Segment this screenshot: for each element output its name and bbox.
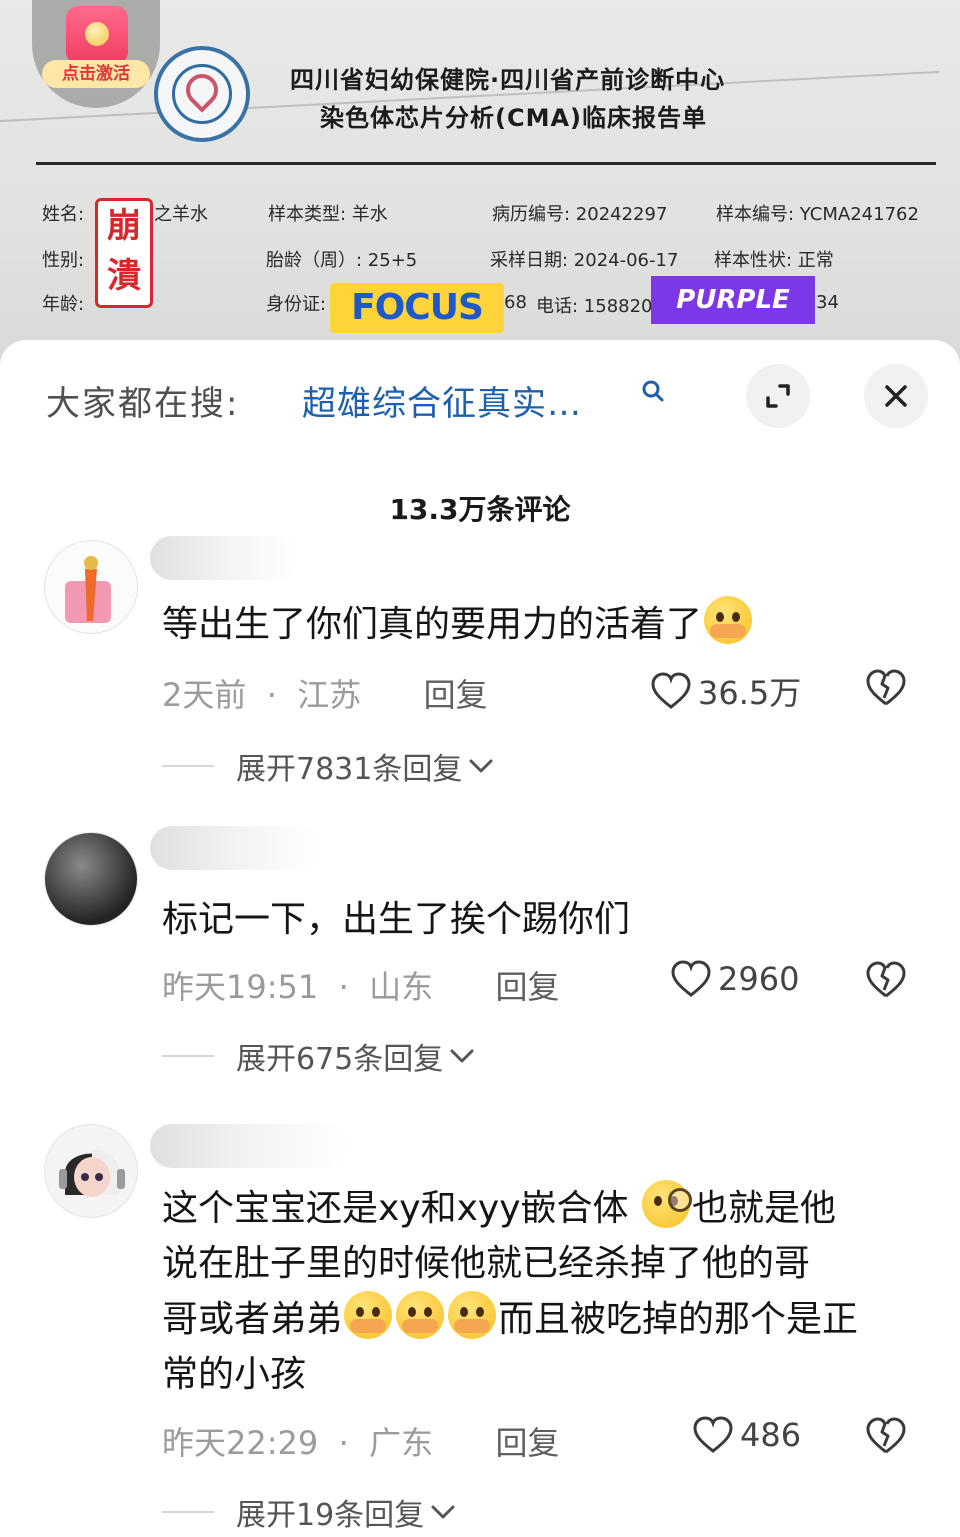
- gender-label: 性别:: [42, 250, 85, 271]
- comment-text: 标记一下，出生了挨个踢你们: [162, 899, 631, 940]
- monocle-face-icon: [641, 1180, 692, 1228]
- expand-replies-label: 展开675条回复: [236, 1042, 444, 1077]
- pleading-face-icon: [704, 596, 753, 644]
- reply-button[interactable]: 回复: [495, 1424, 559, 1462]
- comment-count: 13.3万条评论: [389, 493, 571, 526]
- phone: 电话: 158820: [536, 296, 653, 317]
- like-count: 486: [740, 1416, 802, 1454]
- gestational-age: 胎龄（周）: 25+5: [266, 250, 418, 271]
- expand-replies-label: 展开7831条回复: [236, 752, 463, 787]
- reply-button[interactable]: 回复: [424, 676, 488, 714]
- crying-face-icon: [448, 1291, 497, 1339]
- comment-text: 等出生了你们真的要用力的活着了: [162, 596, 922, 652]
- focus-sticker: FOCUS: [330, 283, 504, 333]
- activate-badge[interactable]: 点击激活: [32, 0, 160, 108]
- close-button[interactable]: [864, 364, 928, 428]
- id-partial: 68: [504, 292, 527, 313]
- age-label: 年龄:: [42, 294, 85, 315]
- like-button[interactable]: 2960: [670, 960, 799, 998]
- chevron-down-icon: [450, 1049, 474, 1063]
- expand-icon: [766, 384, 790, 408]
- comment-time: 2天前: [162, 676, 247, 714]
- report-title-line1: 四川省妇幼保健院·四川省产前诊断中心: [290, 66, 726, 94]
- search-prefix: 大家都在搜:: [46, 384, 240, 424]
- heart-icon: [693, 1416, 733, 1453]
- expand-replies[interactable]: 展开675条回复: [162, 1034, 475, 1078]
- activate-label: 点击激活: [42, 60, 150, 88]
- username-blurred[interactable]: [150, 826, 322, 870]
- heart-icon: [651, 672, 691, 709]
- comment-time: 昨天22:29: [162, 1424, 319, 1462]
- sample-number: 样本编号: YCMA241762: [716, 204, 919, 225]
- id-label: 身份证:: [266, 294, 327, 315]
- like-button[interactable]: 486: [692, 1416, 801, 1454]
- like-button[interactable]: 36.5万: [650, 668, 801, 714]
- comment-sheet: 大家都在搜: 超雄综合征真实… 13.3万条评论 等出生了你们真的要用力的活着了: [0, 340, 960, 1537]
- avatar[interactable]: [44, 540, 138, 634]
- crying-face-icon: [396, 1291, 445, 1339]
- broken-heart-icon[interactable]: [864, 668, 908, 708]
- chevron-down-icon: [431, 1505, 455, 1519]
- sample-type: 样本类型: 羊水: [268, 204, 388, 225]
- like-count: 36.5万: [698, 674, 802, 712]
- broken-heart-icon[interactable]: [864, 1416, 908, 1456]
- heart-icon: [671, 960, 711, 997]
- like-count: 2960: [718, 960, 800, 998]
- sampling-date: 采样日期: 2024-06-17: [490, 250, 679, 271]
- hospital-logo: [154, 46, 250, 142]
- report-divider: [36, 162, 936, 165]
- close-icon: [885, 385, 907, 407]
- comment-location: 广东: [369, 1424, 434, 1462]
- comment-meta: 2天前 · 江苏 回复: [162, 676, 488, 714]
- comment-meta: 昨天22:29 · 广东 回复: [162, 1424, 560, 1462]
- sample-status: 样本性状: 正常: [714, 250, 834, 271]
- comment-time: 昨天19:51: [162, 968, 319, 1006]
- comment-location: 江苏: [297, 676, 362, 714]
- search-icon[interactable]: [640, 378, 666, 404]
- search-suggestion[interactable]: 超雄综合征真实…: [302, 376, 582, 425]
- comment-meta: 昨天19:51 · 山东 回复: [162, 968, 560, 1006]
- expand-button[interactable]: [746, 364, 810, 428]
- expand-replies-label: 展开19条回复: [236, 1498, 425, 1533]
- avatar[interactable]: [44, 1124, 138, 1218]
- phone-tail: 34: [816, 292, 839, 313]
- username-blurred[interactable]: [150, 536, 300, 580]
- record-number: 病历编号: 20242297: [492, 204, 668, 225]
- red-packet-icon: [66, 6, 128, 64]
- purple-sticker: PURPLE: [651, 276, 815, 324]
- collapse-sticker: 崩潰: [95, 198, 153, 308]
- reply-button[interactable]: 回复: [495, 968, 559, 1006]
- broken-heart-icon[interactable]: [864, 960, 908, 1000]
- expand-replies[interactable]: 展开19条回复: [162, 1490, 456, 1534]
- comment-text: 这个宝宝还是xy和xyy嵌合体 也就是他 说在肚子里的时候他就已经杀掉了他的哥 …: [162, 1180, 922, 1402]
- comment-location: 山东: [369, 968, 434, 1006]
- name-label: 姓名:: [42, 204, 85, 225]
- name-value: 之羊水: [154, 204, 208, 225]
- username-blurred[interactable]: [150, 1124, 350, 1168]
- avatar[interactable]: [44, 832, 138, 926]
- chevron-down-icon: [469, 759, 493, 773]
- crying-face-icon: [344, 1291, 393, 1339]
- report-photo: 点击激活 四川省妇幼保健院·四川省产前诊断中心 染色体芯片分析(CMA)临床报告…: [0, 0, 960, 380]
- expand-replies[interactable]: 展开7831条回复: [162, 744, 494, 788]
- report-title-line2: 染色体芯片分析(CMA)临床报告单: [320, 104, 708, 132]
